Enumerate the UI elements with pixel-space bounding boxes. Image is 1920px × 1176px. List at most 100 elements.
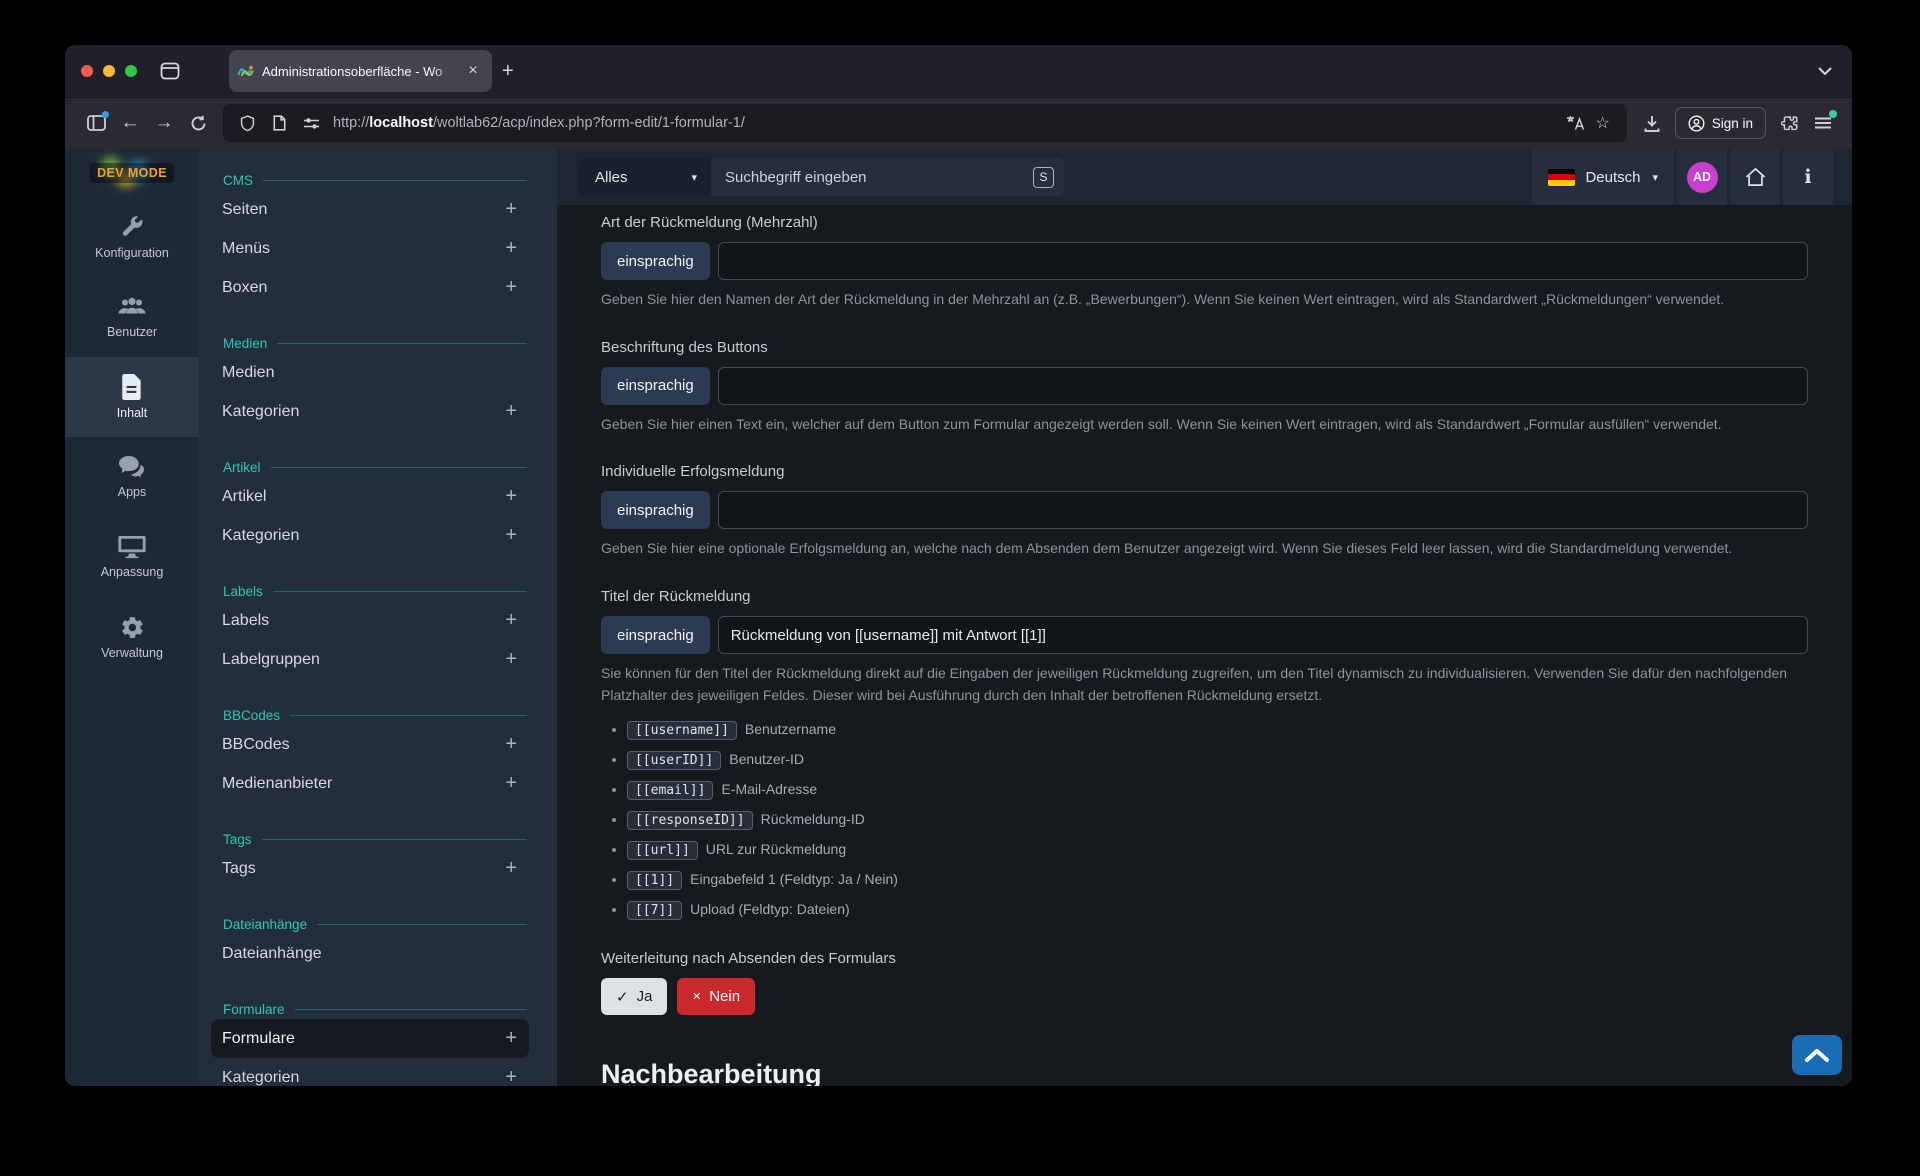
sidebar-item-label: Konfiguration — [95, 246, 169, 260]
menu-item-artikel[interactable]: Artikel + — [211, 477, 529, 516]
translate-icon[interactable] — [1561, 109, 1589, 137]
field-description: Geben Sie hier den Namen der Art der Rüc… — [601, 289, 1808, 311]
placeholder-list: [[username]]Benutzername [[userID]]Benut… — [601, 718, 1808, 922]
shield-icon[interactable] — [233, 109, 261, 137]
sidebar-item-label: Benutzer — [107, 325, 157, 339]
menu-item-dateianhaenge[interactable]: Dateianhänge — [211, 934, 529, 973]
close-window-button[interactable] — [81, 65, 93, 77]
add-icon[interactable]: + — [505, 198, 517, 221]
sidebar-item-konfiguration[interactable]: Konfiguration — [65, 197, 199, 277]
text-input[interactable] — [718, 367, 1808, 405]
language-chip[interactable]: einsprachig — [601, 367, 710, 405]
placeholder-item: [[email]]E-Mail-Adresse — [627, 778, 1808, 802]
menu-item-medien-kategorien[interactable]: Kategorien + — [211, 392, 529, 431]
language-chip[interactable]: einsprachig — [601, 491, 710, 529]
add-icon[interactable]: + — [505, 400, 517, 423]
reader-page-icon[interactable] — [265, 109, 293, 137]
menu-item-medienanbieter[interactable]: Medienanbieter + — [211, 764, 529, 803]
add-icon[interactable]: + — [505, 857, 517, 880]
search-field[interactable]: S — [711, 158, 1064, 196]
text-input[interactable] — [718, 616, 1808, 654]
forward-icon[interactable]: → — [147, 106, 181, 140]
info-icon: i — [1804, 166, 1811, 188]
firefox-view-icon[interactable] — [153, 54, 187, 88]
menu-item-labelgruppen[interactable]: Labelgruppen + — [211, 640, 529, 679]
menu-hamburger-icon[interactable] — [1806, 106, 1840, 140]
menu-item-tags[interactable]: Tags + — [211, 849, 529, 888]
language-select[interactable]: Deutsch ▾ — [1532, 149, 1674, 205]
menu-item-menus[interactable]: Menüs + — [211, 229, 529, 268]
language-chip[interactable]: einsprachig — [601, 242, 710, 280]
list-all-tabs-icon[interactable] — [1808, 54, 1842, 88]
text-input[interactable] — [718, 491, 1808, 529]
menu-section-title-dateianhaenge: Dateianhänge — [223, 914, 527, 934]
form-field-art-der-rueckmeldung: Art der Rückmeldung (Mehrzahl) einsprach… — [601, 213, 1808, 311]
browser-tab[interactable]: Administrationsoberfläche - Wo × — [229, 50, 492, 92]
woltlab-favicon — [237, 63, 254, 80]
reload-icon[interactable] — [181, 106, 215, 140]
menu-item-bbcodes[interactable]: BBCodes + — [211, 725, 529, 764]
sidebar-item-verwaltung[interactable]: Verwaltung — [65, 597, 199, 677]
menu-item-seiten[interactable]: Seiten + — [211, 190, 529, 229]
yes-button[interactable]: ✓ Ja — [601, 978, 667, 1015]
add-icon[interactable]: + — [505, 1066, 517, 1086]
add-icon[interactable]: + — [505, 772, 517, 795]
main-sidebar: DEV MODE Konfiguration Benutzer — [65, 149, 199, 1086]
minimize-window-button[interactable] — [103, 65, 115, 77]
add-icon[interactable]: + — [505, 1027, 517, 1050]
add-icon[interactable]: + — [505, 609, 517, 632]
menu-item-medien[interactable]: Medien — [211, 353, 529, 392]
form-field-erfolgsmeldung: Individuelle Erfolgsmeldung einsprachig … — [601, 462, 1808, 560]
sidebar-item-benutzer[interactable]: Benutzer — [65, 277, 199, 357]
add-icon[interactable]: + — [505, 524, 517, 547]
users-icon — [117, 295, 147, 319]
frontend-home-button[interactable] — [1730, 149, 1780, 205]
german-flag-icon — [1548, 169, 1575, 186]
placeholder-item: [[1]]Eingabefeld 1 (Feldtyp: Ja / Nein) — [627, 868, 1808, 892]
menu-item-labels[interactable]: Labels + — [211, 601, 529, 640]
scroll-to-top-button[interactable] — [1792, 1035, 1842, 1075]
menu-section-title-artikel: Artikel — [223, 457, 527, 477]
text-input[interactable] — [718, 242, 1808, 280]
add-icon[interactable]: + — [505, 485, 517, 508]
sidebar-item-inhalt[interactable]: Inhalt — [65, 357, 199, 437]
downloads-icon[interactable] — [1635, 106, 1669, 140]
monitor-icon — [118, 535, 146, 559]
new-tab-button[interactable]: + — [502, 60, 514, 83]
sidebar-item-anpassung[interactable]: Anpassung — [65, 517, 199, 597]
add-icon[interactable]: + — [505, 733, 517, 756]
sidebar-toggle-icon[interactable] — [79, 106, 113, 140]
language-chip[interactable]: einsprachig — [601, 616, 710, 654]
fullscreen-window-button[interactable] — [125, 65, 137, 77]
update-dot — [1829, 110, 1837, 118]
placeholder-code: [[username]] — [627, 721, 737, 740]
tab-close-icon[interactable]: × — [462, 60, 484, 82]
add-icon[interactable]: + — [505, 237, 517, 260]
sign-in-button[interactable]: Sign in — [1675, 107, 1766, 139]
search-bar: Alles ▾ S — [579, 158, 1064, 196]
placeholder-item: [[url]]URL zur Rückmeldung — [627, 838, 1808, 862]
back-icon[interactable]: ← — [113, 106, 147, 140]
sign-in-label: Sign in — [1712, 116, 1753, 131]
info-button[interactable]: i — [1783, 149, 1833, 205]
window-controls — [81, 65, 137, 77]
url-text[interactable]: http://localhost/woltlab62/acp/index.php… — [333, 115, 1561, 131]
permissions-icon[interactable] — [297, 109, 325, 137]
wrench-icon — [119, 214, 145, 240]
field-description: Sie können für den Titel der Rückmeldung… — [601, 663, 1808, 706]
search-input[interactable] — [725, 169, 1033, 186]
user-menu[interactable]: AD — [1677, 149, 1727, 205]
menu-section-title-medien: Medien — [223, 333, 527, 353]
search-scope-select[interactable]: Alles ▾ — [579, 158, 711, 196]
sidebar-item-apps[interactable]: Apps — [65, 437, 199, 517]
extensions-puzzle-icon[interactable] — [1772, 106, 1806, 140]
menu-item-artikel-kategorien[interactable]: Kategorien + — [211, 516, 529, 555]
menu-item-formulare[interactable]: Formulare + — [211, 1019, 529, 1058]
bookmark-star-icon[interactable]: ☆ — [1589, 109, 1617, 137]
url-bar[interactable]: http://localhost/woltlab62/acp/index.php… — [223, 104, 1627, 142]
add-icon[interactable]: + — [505, 648, 517, 671]
menu-item-formulare-kategorien[interactable]: Kategorien + — [211, 1058, 529, 1086]
add-icon[interactable]: + — [505, 276, 517, 299]
no-button[interactable]: × Nein — [677, 978, 755, 1015]
menu-item-boxen[interactable]: Boxen + — [211, 268, 529, 307]
